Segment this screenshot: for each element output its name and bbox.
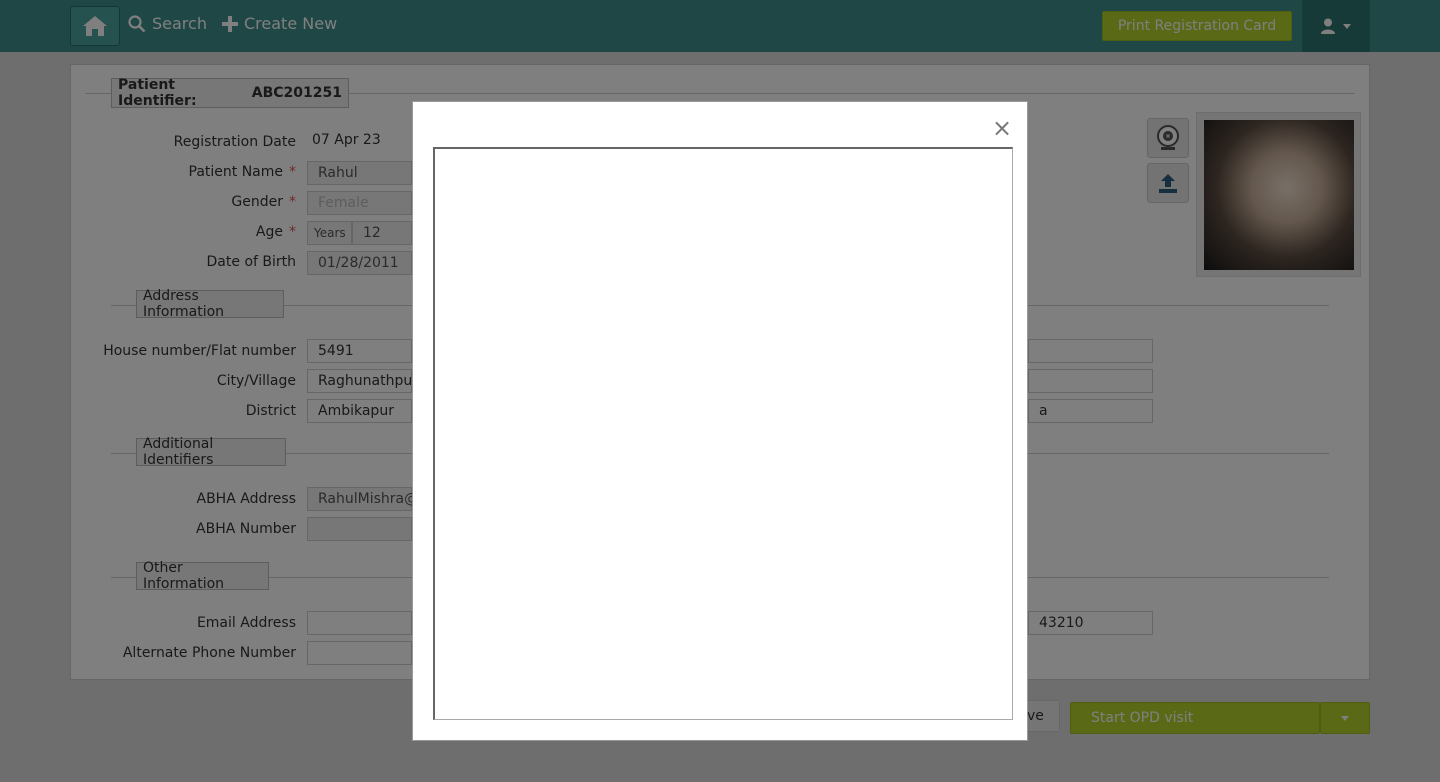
photo-capture-dialog: ×: [412, 101, 1028, 741]
dialog-content-frame: [433, 147, 1013, 720]
close-icon[interactable]: ×: [990, 116, 1014, 140]
